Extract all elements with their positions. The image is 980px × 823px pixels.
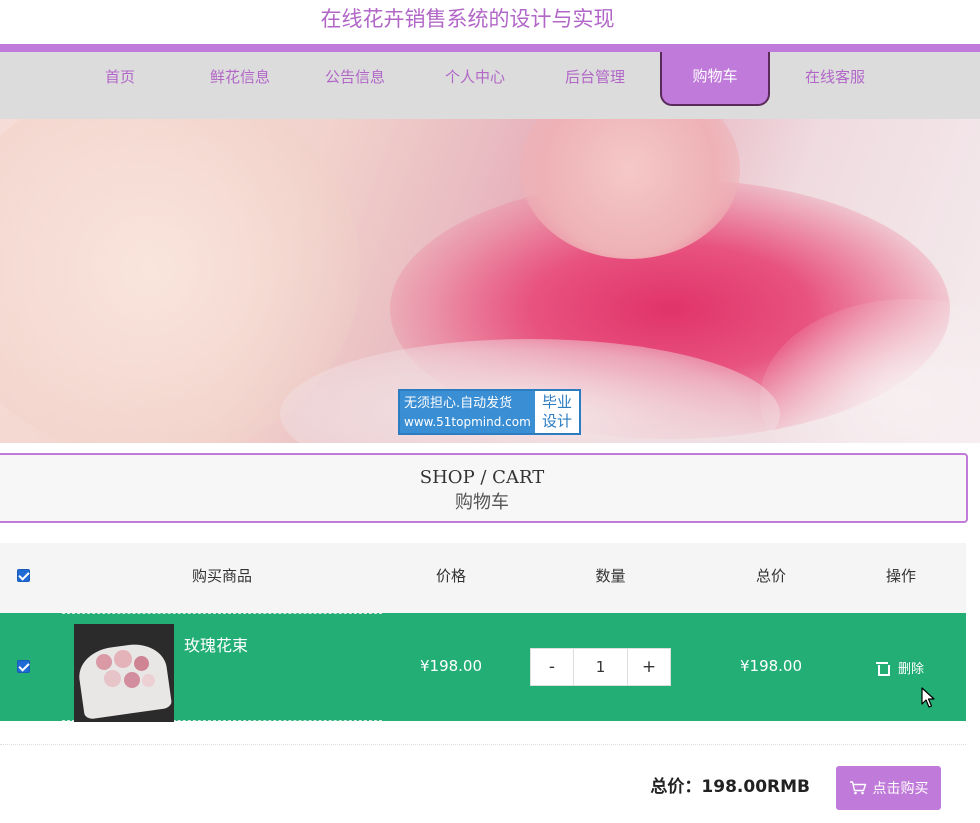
decrement-button[interactable]: - xyxy=(531,649,573,685)
watermark-badge: 无须担心.自动发货 www.51topmind.com 毕业 设计 xyxy=(398,389,581,435)
cart-heading-en: SHOP / CART xyxy=(419,467,545,488)
nav-item-announcements[interactable]: 公告信息 xyxy=(300,52,410,112)
cart-heading: SHOP / CART 购物车 xyxy=(0,453,968,523)
delete-button[interactable]: 删除 xyxy=(876,658,924,677)
header-action: 操作 xyxy=(885,567,916,585)
header-quantity: 数量 xyxy=(595,567,626,585)
quantity-stepper: - 1 + xyxy=(530,648,671,686)
mouse-pointer-icon xyxy=(921,687,935,708)
header-subtotal: 总价 xyxy=(755,567,786,585)
product-name[interactable]: 玫瑰花束 xyxy=(184,632,248,656)
nav-item-support[interactable]: 在线客服 xyxy=(780,52,890,112)
cart-table-header: 购买商品 价格 数量 总价 操作 xyxy=(0,543,966,613)
watermark-tag2: 设计 xyxy=(541,412,572,430)
product-cell: 玫瑰花束 xyxy=(62,613,382,722)
nav-item-flowers[interactable]: 鲜花信息 xyxy=(185,52,295,112)
row-checkbox[interactable] xyxy=(17,660,30,673)
nav-item-cart[interactable]: 购物车 xyxy=(660,52,770,106)
footer-divider xyxy=(0,744,966,745)
nav-item-home[interactable]: 首页 xyxy=(65,52,175,112)
product-price: ¥198.00 xyxy=(419,657,483,675)
header-price: 价格 xyxy=(435,567,466,585)
main-nav: 首页 鲜花信息 公告信息 个人中心 后台管理 购物车 在线客服 xyxy=(0,44,980,119)
cart-total: 总价：198.00RMB xyxy=(650,777,810,797)
nav-item-profile[interactable]: 个人中心 xyxy=(420,52,530,112)
increment-button[interactable]: + xyxy=(628,649,670,685)
nav-item-admin[interactable]: 后台管理 xyxy=(540,52,650,112)
shopping-cart-icon xyxy=(849,781,866,795)
watermark-line2: www.51topmind.com xyxy=(404,415,531,429)
site-title: 在线花卉销售系统的设计与实现 xyxy=(320,7,615,31)
cart-row: 玫瑰花束 ¥198.00 - 1 + ¥198.00 删除 xyxy=(0,613,966,722)
row-subtotal: ¥198.00 xyxy=(739,657,803,675)
header-product: 购买商品 xyxy=(191,567,252,585)
watermark-line1: 无须担心.自动发货 xyxy=(404,396,513,411)
quantity-input[interactable]: 1 xyxy=(573,649,628,685)
buy-button-label: 点击购买 xyxy=(872,781,929,797)
buy-button[interactable]: 点击购买 xyxy=(836,766,941,810)
watermark-tag1: 毕业 xyxy=(541,393,572,411)
select-all-checkbox[interactable] xyxy=(17,569,30,582)
product-thumbnail[interactable] xyxy=(74,624,174,722)
cart-heading-cn: 购物车 xyxy=(455,492,509,513)
delete-label: 删除 xyxy=(898,662,925,677)
trash-icon xyxy=(876,661,890,676)
